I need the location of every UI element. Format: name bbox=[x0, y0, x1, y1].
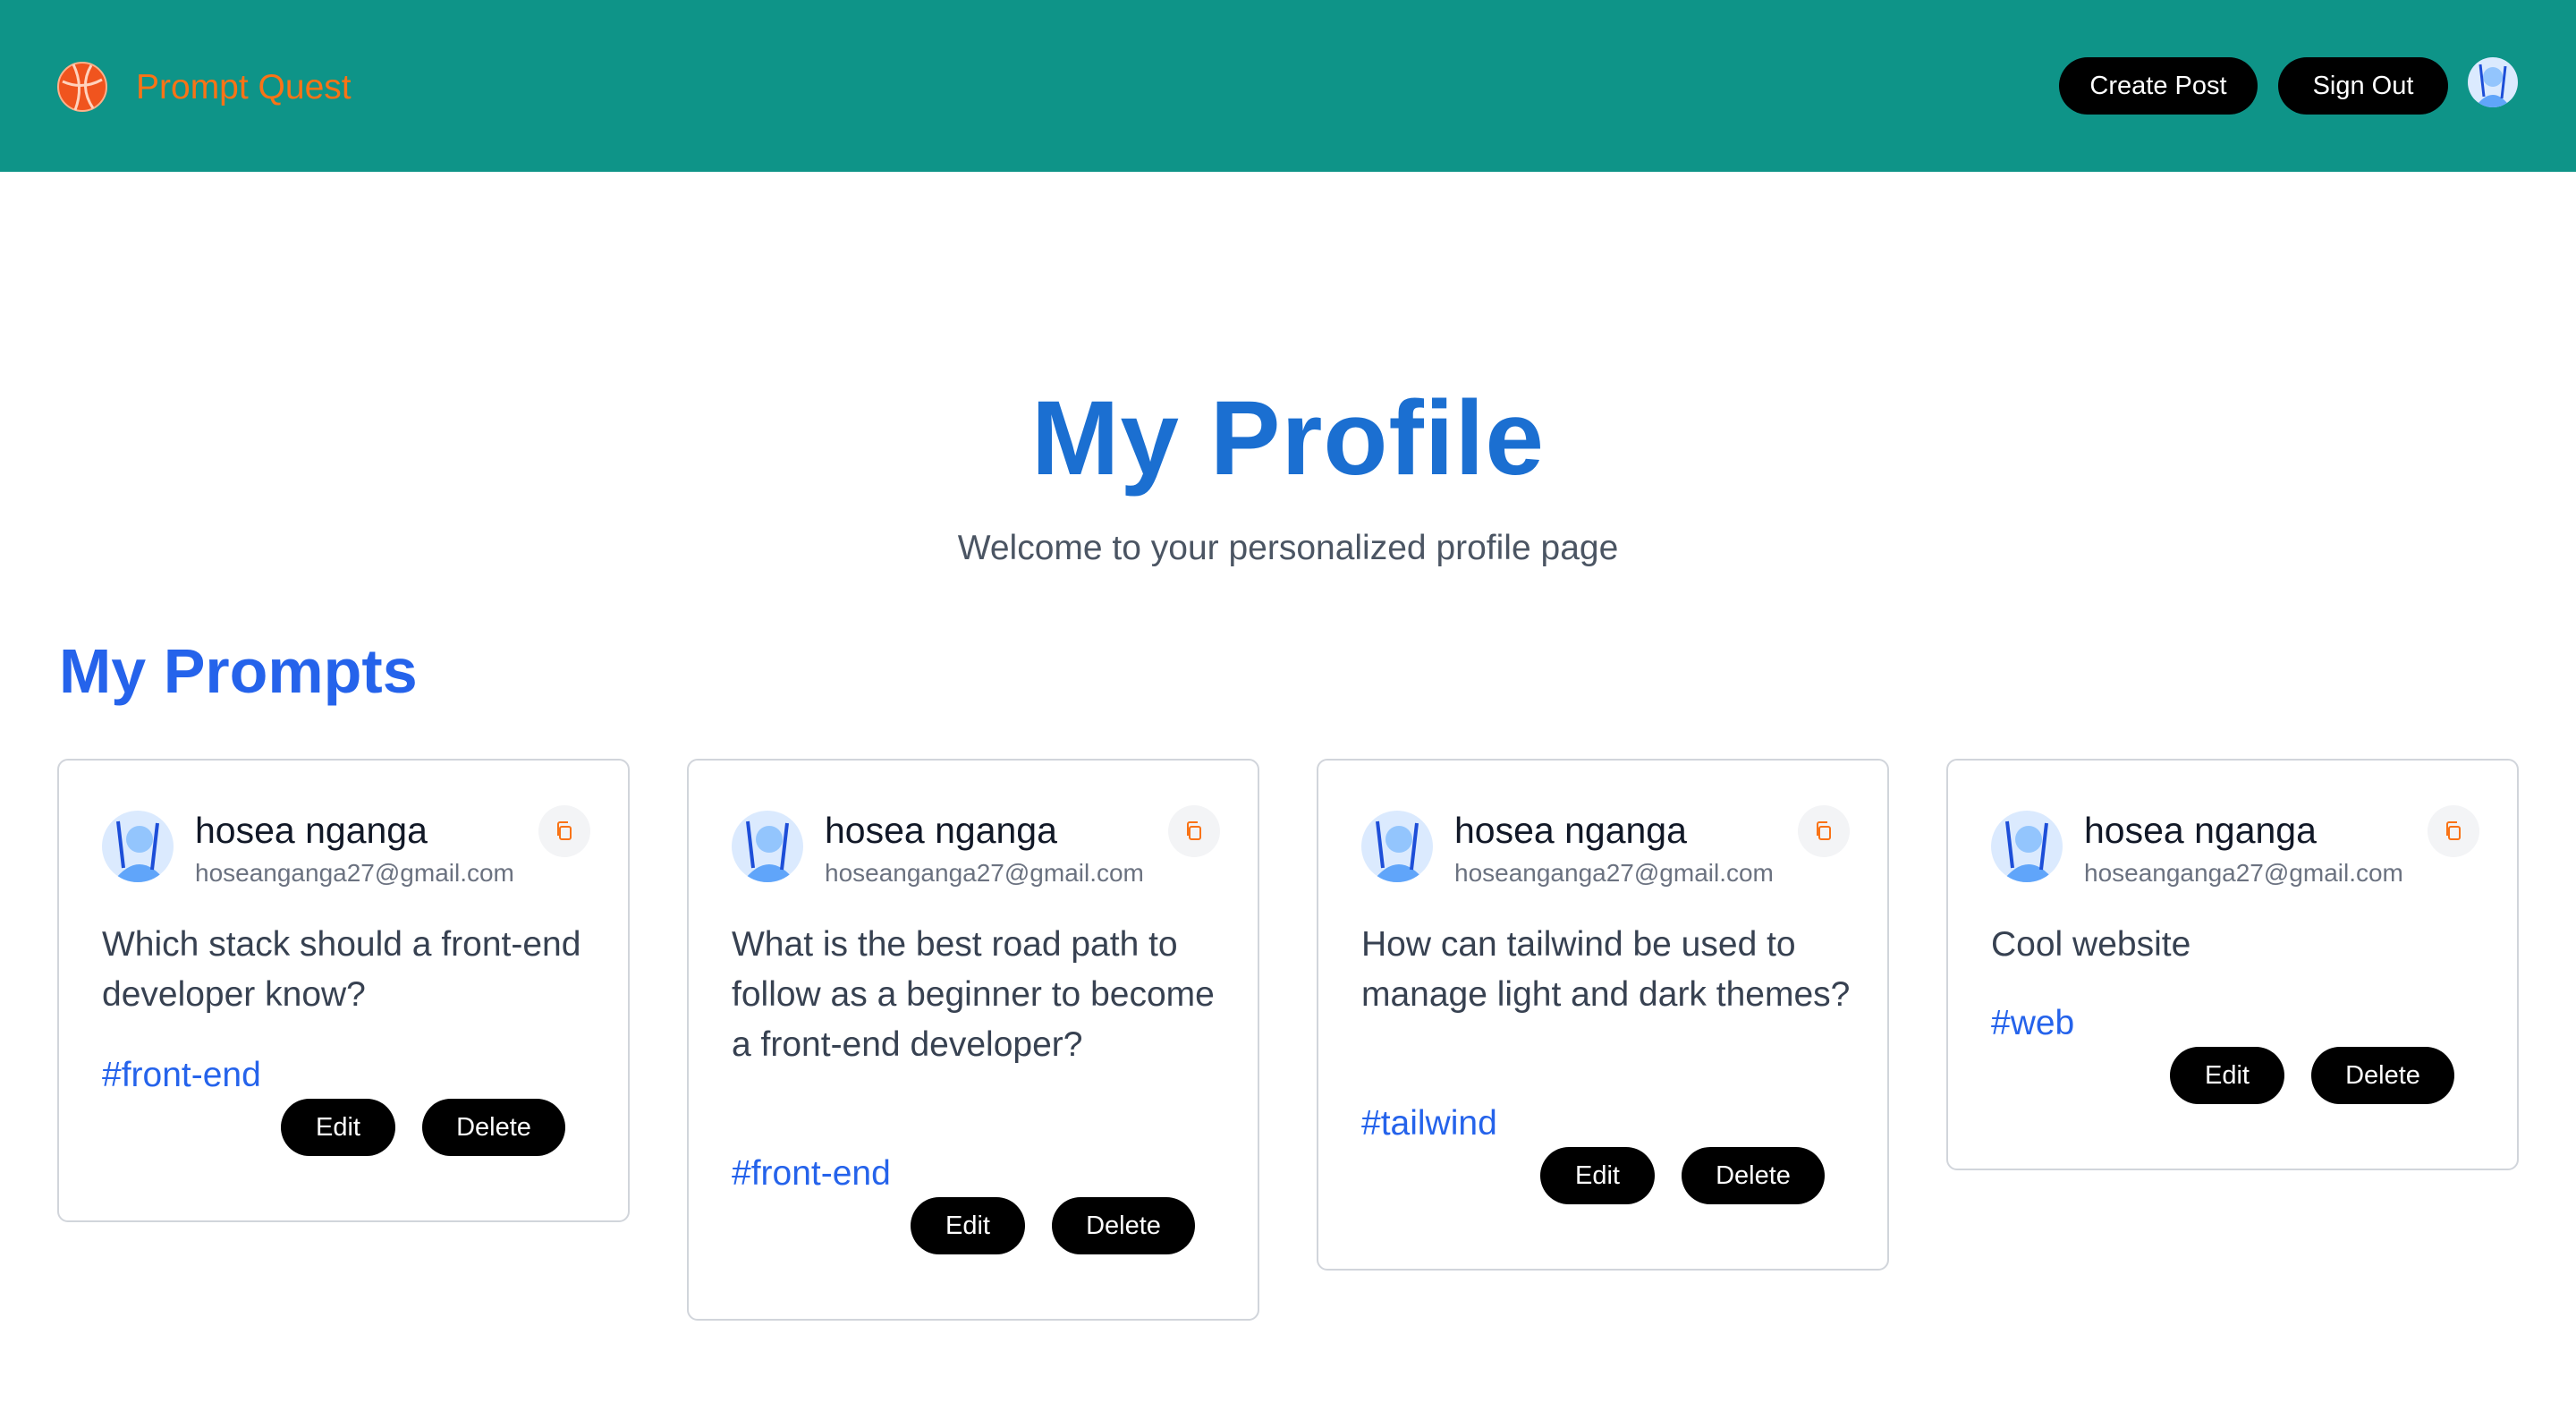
user-name[interactable]: hosea nganga bbox=[195, 807, 428, 854]
copy-icon[interactable] bbox=[2428, 805, 2479, 857]
prompt-tag[interactable]: #web bbox=[1991, 1000, 2074, 1047]
delete-button[interactable]: Delete bbox=[422, 1099, 565, 1156]
user-email: hoseanganga27@gmail.com bbox=[195, 859, 514, 887]
user-email: hoseanganga27@gmail.com bbox=[2084, 859, 2403, 887]
avatar[interactable] bbox=[1991, 811, 2063, 882]
navbar: Prompt Quest Create Post Sign Out bbox=[0, 0, 2576, 172]
user-email: hoseanganga27@gmail.com bbox=[825, 859, 1144, 887]
edit-button[interactable]: Edit bbox=[911, 1197, 1025, 1254]
prompt-text: Cool website bbox=[1991, 925, 2191, 964]
delete-button[interactable]: Delete bbox=[1682, 1147, 1825, 1204]
edit-button[interactable]: Edit bbox=[1540, 1147, 1655, 1204]
prompt-text: What is the best road path to follow as … bbox=[732, 925, 1215, 1064]
prompt-card: hosea nganga hoseanganga27@gmail.com Wha… bbox=[687, 759, 1259, 1321]
delete-button[interactable]: Delete bbox=[2311, 1047, 2454, 1104]
prompt-card: hosea nganga hoseanganga27@gmail.com How… bbox=[1317, 759, 1889, 1271]
copy-icon[interactable] bbox=[1798, 805, 1850, 857]
edit-button[interactable]: Edit bbox=[2170, 1047, 2284, 1104]
prompt-card: hosea nganga hoseanganga27@gmail.com Coo… bbox=[1946, 759, 2519, 1170]
avatar[interactable] bbox=[1361, 811, 1433, 882]
avatar[interactable] bbox=[2468, 57, 2518, 107]
copy-icon[interactable] bbox=[538, 805, 590, 857]
avatar[interactable] bbox=[102, 811, 174, 882]
page-subtitle: Welcome to your personalized profile pag… bbox=[957, 529, 1619, 567]
delete-button[interactable]: Delete bbox=[1052, 1197, 1195, 1254]
edit-button[interactable]: Edit bbox=[281, 1099, 395, 1156]
avatar[interactable] bbox=[732, 811, 803, 882]
prompt-card: hosea nganga hoseanganga27@gmail.com Whi… bbox=[57, 759, 630, 1222]
user-name[interactable]: hosea nganga bbox=[2084, 807, 2317, 854]
user-email: hoseanganga27@gmail.com bbox=[1454, 859, 1774, 887]
prompt-tag[interactable]: #tailwind bbox=[1361, 1101, 1497, 1147]
user-name[interactable]: hosea nganga bbox=[1454, 807, 1687, 854]
prompt-tag[interactable]: #front-end bbox=[102, 1052, 261, 1099]
section-title: My Prompts bbox=[59, 636, 418, 706]
sign-out-button[interactable]: Sign Out bbox=[2278, 57, 2448, 115]
brand-name[interactable]: Prompt Quest bbox=[136, 64, 352, 111]
prompt-text: How can tailwind be used to manage light… bbox=[1361, 925, 1851, 1014]
page-title: My Profile bbox=[1031, 379, 1545, 497]
prompt-tag[interactable]: #front-end bbox=[732, 1151, 891, 1197]
prompt-text: Which stack should a front-end developer… bbox=[102, 925, 581, 1014]
copy-icon[interactable] bbox=[1168, 805, 1220, 857]
user-name[interactable]: hosea nganga bbox=[825, 807, 1057, 854]
logo-icon[interactable] bbox=[55, 60, 109, 114]
create-post-button[interactable]: Create Post bbox=[2059, 57, 2258, 115]
